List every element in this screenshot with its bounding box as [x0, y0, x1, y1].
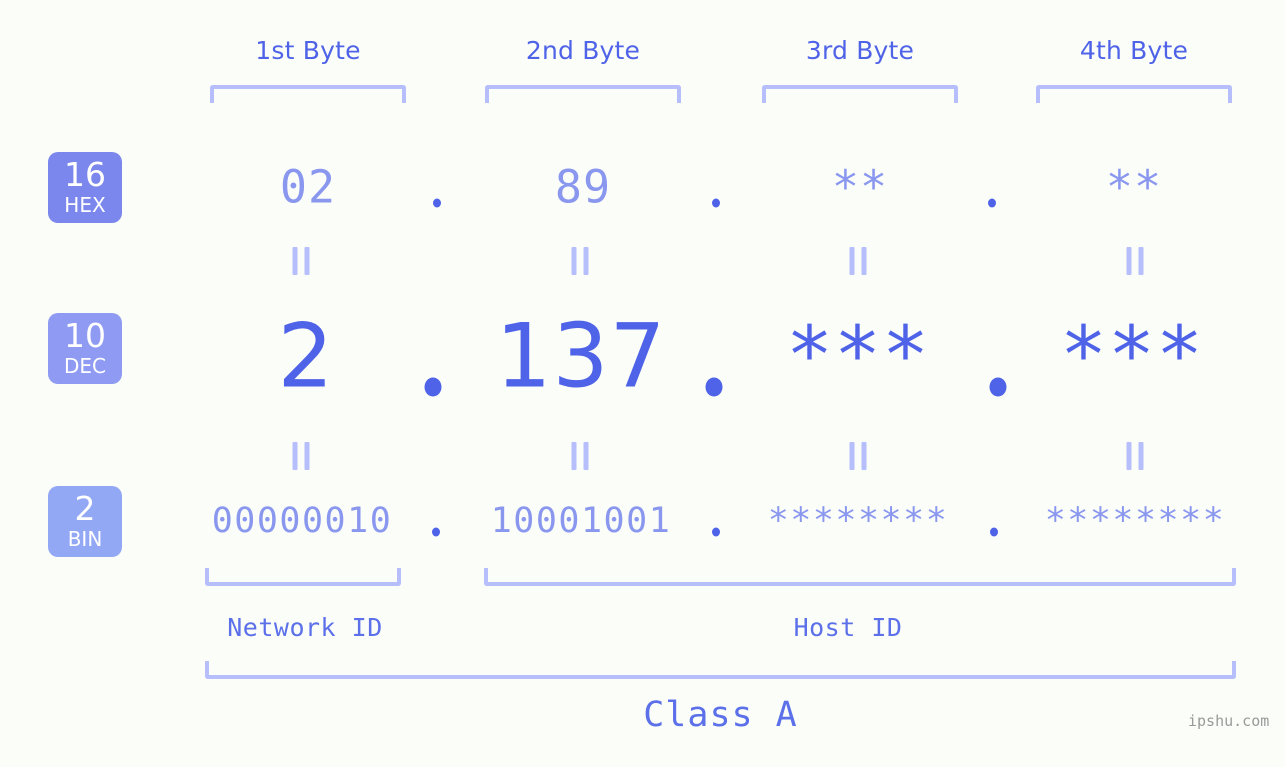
host-id-label: Host ID	[793, 613, 903, 642]
bin-separator-dot-3	[990, 527, 998, 537]
base-badge-bin-number: 2	[74, 489, 96, 528]
equality-mark-dec-bin-2	[571, 442, 589, 470]
base-badge-bin-abbr: BIN	[67, 526, 103, 551]
hex-byte-1: 02	[279, 160, 337, 214]
bin-byte-3: ********	[767, 501, 949, 541]
equality-mark-dec-bin-3	[849, 442, 867, 470]
hex-separator-dot-1	[433, 198, 441, 208]
base-badge-hex-number: 16	[64, 155, 106, 194]
bin-separator-dot-2	[712, 527, 720, 537]
equality-mark-dec-bin-1	[292, 442, 310, 470]
dec-separator-dot-2	[705, 377, 723, 397]
bin-byte-2: 10001001	[490, 501, 672, 541]
dec-byte-2: 137	[495, 304, 667, 408]
equality-mark-hex-dec-1	[292, 247, 310, 275]
byte-header-4: 4th Byte	[1079, 36, 1189, 65]
network-id-label: Network ID	[227, 613, 383, 642]
equality-mark-hex-dec-2	[571, 247, 589, 275]
class-label: Class A	[643, 695, 798, 735]
base-badge-dec-number: 10	[64, 316, 106, 355]
ip-address-diagram: 1st Byte 2nd Byte 3rd Byte 4th Byte 16 H…	[0, 0, 1285, 767]
dec-byte-1: 2	[277, 304, 335, 408]
class-bracket	[205, 661, 1236, 679]
bin-byte-1: 00000010	[211, 501, 393, 541]
equality-mark-hex-dec-3	[849, 247, 867, 275]
base-badge-bin[interactable]: 2 BIN	[48, 486, 122, 557]
equality-mark-hex-dec-4	[1126, 247, 1144, 275]
watermark: ipshu.com	[1188, 712, 1270, 730]
byte-header-1: 1st Byte	[255, 36, 361, 65]
hex-separator-dot-3	[988, 198, 996, 208]
equality-mark-dec-bin-4	[1126, 442, 1144, 470]
dec-separator-dot-1	[424, 377, 442, 397]
dec-byte-4: ***	[1060, 311, 1204, 401]
base-badge-dec-abbr: DEC	[63, 353, 106, 378]
dec-separator-dot-3	[989, 377, 1007, 397]
hex-byte-4: **	[1105, 160, 1163, 214]
bin-separator-dot-1	[432, 527, 440, 537]
network-id-bracket	[205, 568, 401, 586]
hex-separator-dot-2	[712, 198, 720, 208]
hex-byte-2: 89	[554, 160, 612, 214]
byte-header-3: 3rd Byte	[805, 36, 915, 65]
dec-byte-3: ***	[786, 311, 930, 401]
base-badge-dec[interactable]: 10 DEC	[48, 313, 122, 384]
byte-bracket-2	[485, 85, 681, 103]
byte-bracket-4	[1036, 85, 1232, 103]
base-badge-hex-abbr: HEX	[64, 192, 106, 217]
hex-byte-3: **	[831, 160, 889, 214]
byte-bracket-1	[210, 85, 406, 103]
byte-bracket-3	[762, 85, 958, 103]
byte-header-2: 2nd Byte	[525, 36, 641, 65]
host-id-bracket	[484, 568, 1236, 586]
bin-byte-4: ********	[1044, 501, 1226, 541]
base-badge-hex[interactable]: 16 HEX	[48, 152, 122, 223]
